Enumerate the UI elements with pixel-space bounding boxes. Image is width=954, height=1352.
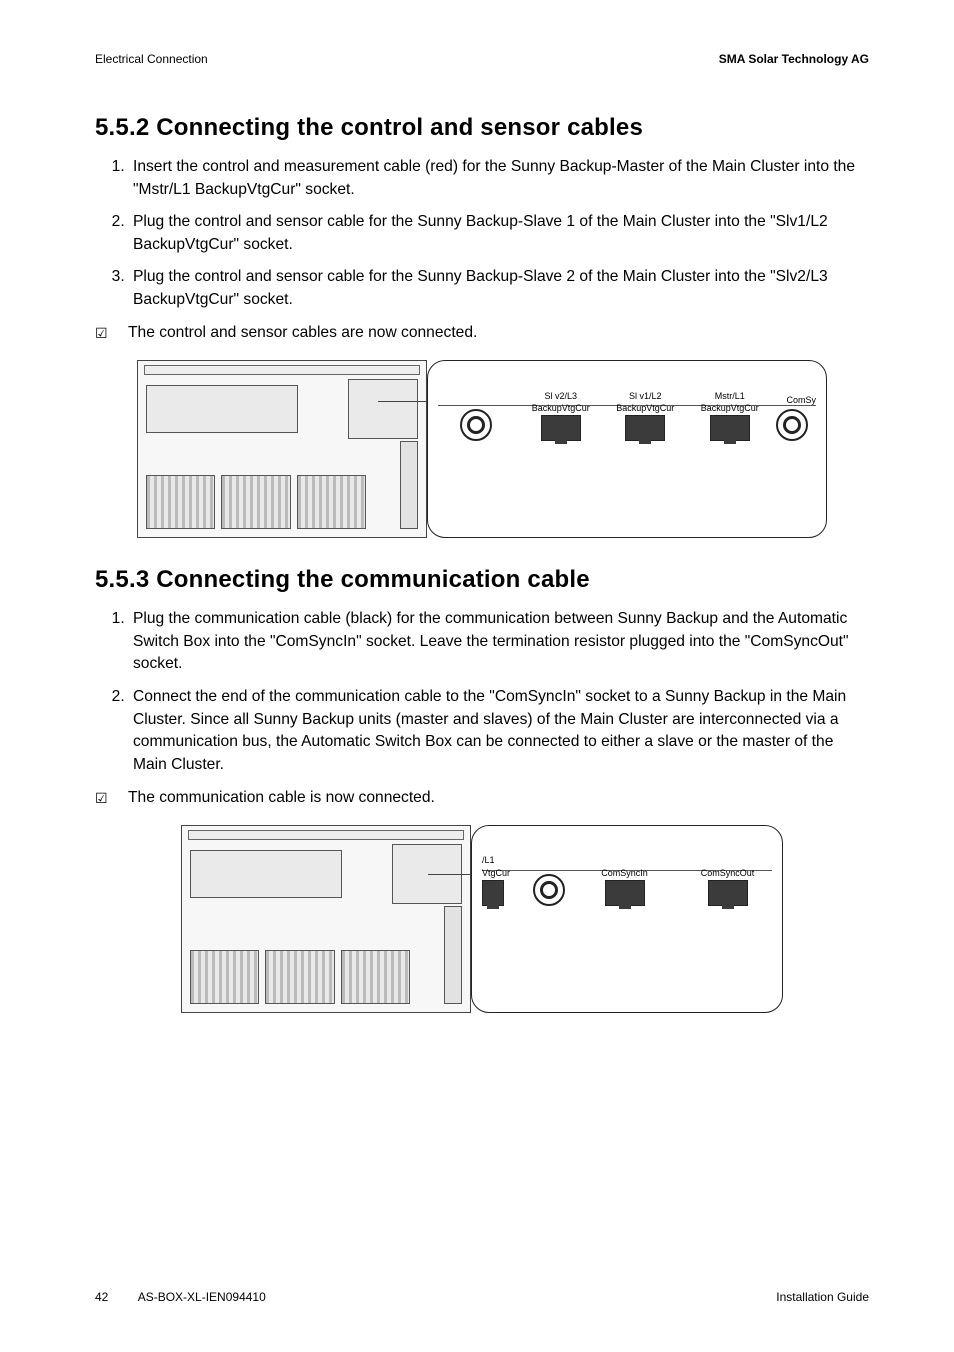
ground-terminal-icon (532, 860, 566, 906)
socket-comsyncin: ComSyncIn (580, 868, 669, 906)
figure-552-enclosure (137, 360, 427, 538)
socket-comsyncout: ComSyncOut (683, 868, 772, 906)
rj-socket-icon (482, 880, 504, 906)
ground-terminal-icon: ComSy (776, 395, 816, 441)
rj-socket-icon (708, 880, 748, 906)
footer-right: Installation Guide (776, 1290, 869, 1304)
figure-552-detail: Sl v2/L3 BackupVtgCur Sl v1/L2 BackupVtg… (427, 360, 827, 538)
page-number: 42 (95, 1290, 108, 1304)
result-text: The control and sensor cables are now co… (128, 322, 477, 345)
steps-552: Insert the control and measurement cable… (95, 156, 869, 312)
figure-552: Sl v2/L3 BackupVtgCur Sl v1/L2 BackupVtg… (137, 360, 827, 538)
running-header-left: Electrical Connection (95, 52, 208, 66)
rj-socket-icon (541, 415, 581, 441)
ground-terminal-icon (438, 395, 515, 441)
step-item: Plug the control and sensor cable for th… (129, 266, 869, 311)
result-553: ☑ The communication cable is now connect… (95, 787, 869, 810)
step-item: Connect the end of the communication cab… (129, 686, 869, 776)
result-552: ☑ The control and sensor cables are now … (95, 322, 869, 345)
socket-slv2: Sl v2/L3 BackupVtgCur (523, 391, 600, 442)
figure-553-detail: /L1 VtgCur ComSyncIn ComSyncOut (471, 825, 783, 1013)
page-footer: 42 AS-BOX-XL-IEN094410 Installation Guid… (95, 1290, 869, 1304)
socket-cut-left: /L1 VtgCur (482, 855, 518, 906)
running-header-right: SMA Solar Technology AG (719, 52, 869, 66)
rj-socket-icon (710, 415, 750, 441)
running-header: Electrical Connection SMA Solar Technolo… (95, 52, 869, 66)
doc-id: AS-BOX-XL-IEN094410 (138, 1290, 266, 1304)
section-heading-553: 5.5.3 Connecting the communication cable (95, 566, 869, 594)
section-heading-552: 5.5.2 Connecting the control and sensor … (95, 114, 869, 142)
socket-mstr: Mstr/L1 BackupVtgCur (692, 391, 769, 442)
socket-slv1: Sl v1/L2 BackupVtgCur (607, 391, 684, 442)
steps-553: Plug the communication cable (black) for… (95, 608, 869, 776)
step-item: Plug the communication cable (black) for… (129, 608, 869, 676)
step-item: Insert the control and measurement cable… (129, 156, 869, 201)
step-item: Plug the control and sensor cable for th… (129, 211, 869, 256)
check-icon: ☑ (95, 323, 113, 343)
result-text: The communication cable is now connected… (128, 787, 435, 810)
check-icon: ☑ (95, 788, 113, 808)
rj-socket-icon (605, 880, 645, 906)
figure-553-enclosure (181, 825, 471, 1013)
rj-socket-icon (625, 415, 665, 441)
figure-553: /L1 VtgCur ComSyncIn ComSyncOut (181, 825, 783, 1013)
